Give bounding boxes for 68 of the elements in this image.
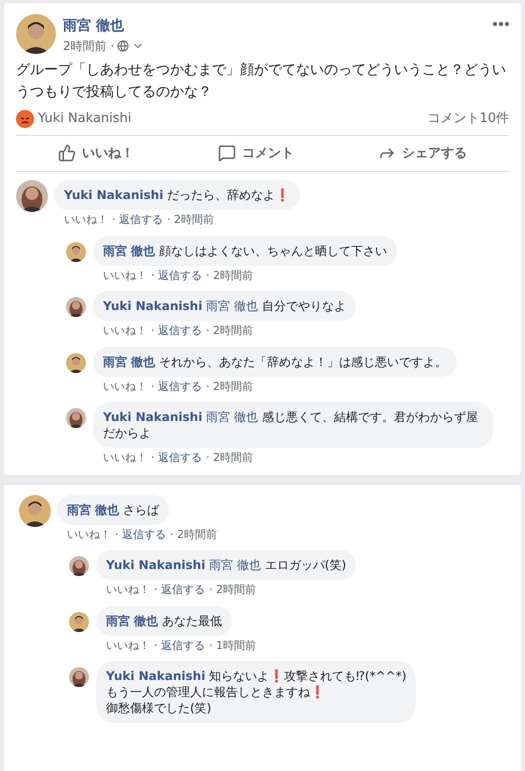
comment-action-link[interactable]: いいね！ xyxy=(103,378,147,395)
comment-action-link[interactable]: · 1時間前 xyxy=(209,638,256,654)
thumbs-up-icon xyxy=(58,144,76,162)
comment-bubble: 雨宮 徹也 さらば xyxy=(57,494,170,524)
mention-link[interactable]: 雨宮 徹也 xyxy=(206,299,258,313)
comment-action-link[interactable]: いいね！ xyxy=(64,212,108,228)
comment-author[interactable]: 雨宮 徹也 xyxy=(103,354,156,368)
comment-action-link[interactable]: いいね！ xyxy=(103,450,147,466)
comment-bubble: Yuki Nakanishi 雨宮 徹也 自分でやりなよ xyxy=(93,291,356,321)
comment-action-link[interactable]: · 返信する xyxy=(151,378,202,395)
mention-link[interactable]: 雨宮 徹也 xyxy=(209,558,261,572)
comment-bubble: Yuki Nakanishi 雨宮 徹也 感じ悪くて、結構です。君がわからず屋だからよ xyxy=(93,402,493,448)
comment-action-link[interactable]: いいね！ xyxy=(67,526,111,543)
comment-action-link[interactable]: いいね！ xyxy=(103,268,147,284)
comment-action-link[interactable]: · 返信する xyxy=(151,323,202,340)
author-name[interactable]: 雨宮 徹也 xyxy=(63,16,486,37)
comment-bubble: 雨宮 徹也 顔なしはよくない、ちゃんと晒して下さい xyxy=(93,236,398,266)
comment-bubble: Yuki Nakanishi 雨宮 徹也 エロガッパ(笑) xyxy=(96,550,356,580)
comment-action-link[interactable]: いいね！ xyxy=(103,323,147,340)
comment-bubble: 雨宮 徹也 あなた最低 xyxy=(96,606,232,636)
comment-action-link[interactable]: · 2時間前 xyxy=(206,378,253,395)
post-action-button[interactable]: コメント xyxy=(208,140,304,167)
reactor-name[interactable]: Yuki Nakanishi xyxy=(38,109,132,128)
comment-action-link[interactable]: いいね！ xyxy=(106,582,150,598)
comment-action-link[interactable]: · 返信する xyxy=(115,526,166,543)
comment-action-link[interactable]: · 2時間前 xyxy=(206,268,253,284)
comment-author[interactable]: Yuki Nakanishi xyxy=(106,558,206,572)
globe-icon xyxy=(117,40,130,52)
comment-author[interactable]: Yuki Nakanishi xyxy=(103,410,202,424)
avatar-icon[interactable] xyxy=(66,352,86,372)
post-text: グループ「しあわせをつかむまで」顔がでてないのってどういうこと？どういうつもりで投稿してるのかな？ xyxy=(16,61,507,102)
avatar-icon[interactable] xyxy=(69,556,89,576)
comment-action-link[interactable]: いいね！ xyxy=(106,638,150,654)
comment-author[interactable]: Yuki Nakanishi xyxy=(103,299,202,313)
comment-bubble: 雨宮 徹也 それから、あなた「辞めなよ！」は感じ悪いですよ。 xyxy=(93,346,458,376)
comment-action-link[interactable]: · 返信する xyxy=(151,450,202,466)
post-time[interactable]: 2時間前 · xyxy=(63,37,114,55)
mention-link[interactable]: 雨宮 徹也 xyxy=(206,410,258,424)
avatar-icon[interactable] xyxy=(66,297,86,317)
more-icon[interactable] xyxy=(493,22,509,26)
comment-author[interactable]: 雨宮 徹也 xyxy=(106,614,158,628)
speech-bubble-icon xyxy=(218,144,236,162)
comment-count[interactable]: コメント10件 xyxy=(427,109,509,128)
comment-action-link[interactable]: · 返信する xyxy=(154,638,205,654)
avatar-icon[interactable] xyxy=(66,242,86,262)
comment-action-link[interactable]: · 返信する xyxy=(151,268,202,284)
post-action-button[interactable]: シェアする xyxy=(368,140,477,167)
avatar-icon[interactable] xyxy=(19,494,51,526)
comment-action-link[interactable]: · 2時間前 xyxy=(167,212,214,228)
avatar-icon[interactable] xyxy=(66,408,86,428)
comment-author[interactable]: 雨宮 徹也 xyxy=(67,502,120,516)
comment-author[interactable]: 雨宮 徹也 xyxy=(103,244,156,258)
comment-action-link[interactable]: · 2時間前 xyxy=(206,323,253,340)
comment-action-link[interactable]: · 2時間前 xyxy=(209,582,256,598)
comment-action-link[interactable]: · 2時間前 xyxy=(206,450,253,466)
comment-action-link[interactable]: · 返信する xyxy=(154,582,205,598)
comment-bubble: Yuki Nakanishi 知らないよ❗攻撃されても⁉(*^^*) もう一人の管理人に報告しときますね❗ 御愁傷様でした(笑) xyxy=(96,661,416,723)
avatar-icon[interactable] xyxy=(16,14,56,54)
comment-author[interactable]: Yuki Nakanishi xyxy=(106,669,206,683)
comment-author[interactable]: Yuki Nakanishi xyxy=(64,188,164,202)
post-action-button[interactable]: いいね！ xyxy=(48,140,144,167)
angry-face-icon xyxy=(16,110,34,128)
comment-action-link[interactable]: · 2時間前 xyxy=(170,526,217,543)
avatar-icon[interactable] xyxy=(69,612,89,632)
avatar-icon[interactable] xyxy=(69,667,89,687)
avatar-icon[interactable] xyxy=(16,180,48,212)
comment-action-link[interactable]: · 返信する xyxy=(112,212,163,228)
comment-bubble: Yuki Nakanishi だったら、辞めなよ❗ xyxy=(54,180,300,210)
